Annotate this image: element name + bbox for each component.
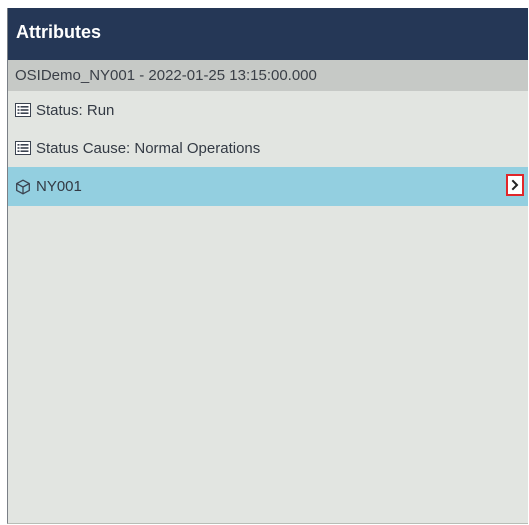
- chevron-right-icon: [511, 179, 519, 191]
- attribute-label: Status Cause: Normal Operations: [36, 139, 261, 157]
- element-cube-icon: [14, 178, 32, 196]
- attributes-panel: Attributes OSIDemo_NY001 - 2022-01-25 13…: [7, 8, 528, 524]
- attribute-list-icon: [14, 101, 32, 119]
- expand-chevron-button[interactable]: [506, 174, 524, 196]
- context-label: OSIDemo_NY001 - 2022-01-25 13:15:00.000: [8, 60, 528, 91]
- element-row-ny001[interactable]: NY001: [8, 167, 528, 206]
- attribute-list-icon: [14, 139, 32, 157]
- panel-title: Attributes: [8, 8, 528, 60]
- attribute-row-status-cause[interactable]: Status Cause: Normal Operations: [8, 129, 528, 167]
- attribute-row-status[interactable]: Status: Run: [8, 91, 528, 129]
- attribute-label: Status: Run: [36, 101, 115, 119]
- element-label: NY001: [36, 178, 82, 195]
